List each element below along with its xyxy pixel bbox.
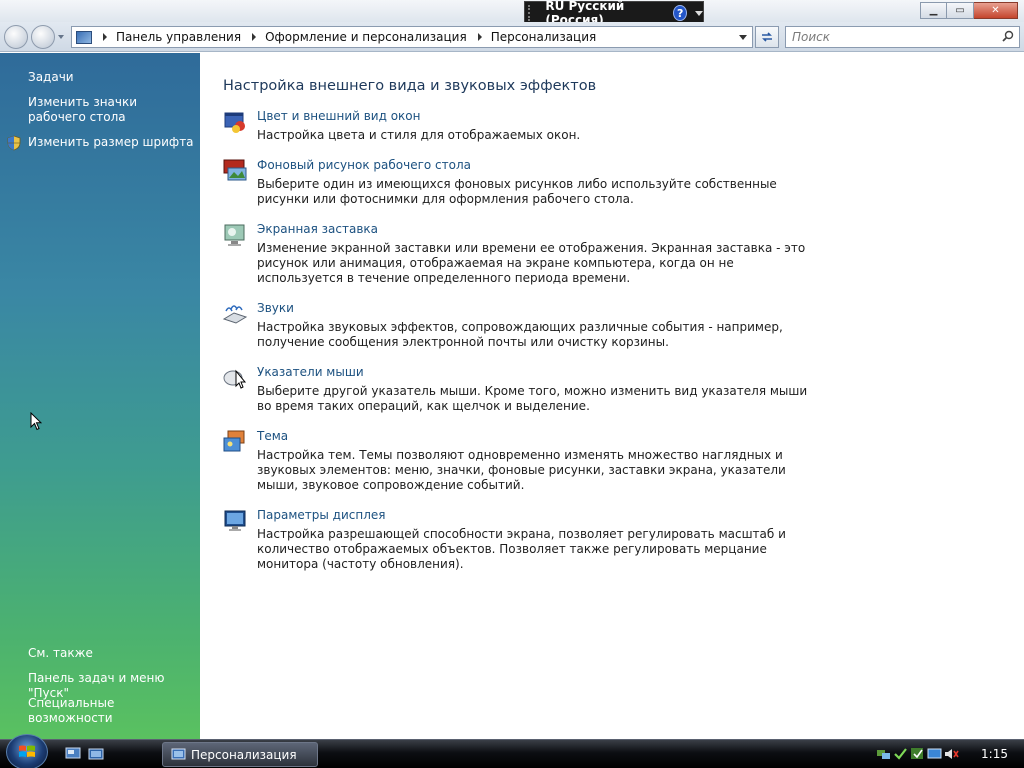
- theme-link[interactable]: Тема: [257, 429, 288, 443]
- display-tray-icon[interactable]: [927, 747, 942, 761]
- help-icon[interactable]: ?: [673, 5, 687, 21]
- window-controls: ▁ ▭ ✕: [920, 2, 1018, 19]
- maximize-button[interactable]: ▭: [947, 2, 974, 19]
- see-also-heading: См. также: [28, 646, 93, 660]
- window-color-link[interactable]: Цвет и внешний вид окон: [257, 109, 421, 123]
- mouse-pointers-description: Выберите другой указатель мыши. Кроме то…: [257, 384, 808, 413]
- refresh-icon: [762, 32, 772, 42]
- sounds-link[interactable]: Звуки: [257, 301, 294, 315]
- grip-handle[interactable]: [528, 5, 533, 21]
- windows-update-icon[interactable]: [910, 747, 925, 761]
- theme-icon[interactable]: [222, 429, 248, 455]
- address-dropdown-icon[interactable]: [739, 35, 747, 40]
- breadcrumb-arrow-icon[interactable]: [103, 33, 107, 41]
- main-content: Настройка внешнего вида и звуковых эффек…: [200, 53, 1024, 739]
- change-desktop-icons-link[interactable]: Изменить значки рабочего стола: [28, 95, 188, 125]
- back-button[interactable]: [4, 25, 28, 49]
- breadcrumb-arrow-icon[interactable]: [252, 33, 257, 41]
- search-box[interactable]: Поиск: [785, 26, 1020, 48]
- desktop-background-icon[interactable]: [222, 158, 248, 184]
- shield-icon: [7, 135, 21, 151]
- taskbar-item-personalization[interactable]: Персонализация: [162, 742, 318, 767]
- tasks-heading: Задачи: [28, 70, 74, 84]
- screensaver-link[interactable]: Экранная заставка: [257, 222, 378, 236]
- breadcrumb-arrow-icon[interactable]: [477, 33, 482, 41]
- breadcrumb-control-panel[interactable]: Панель управления: [116, 30, 241, 44]
- network-icon[interactable]: [876, 747, 891, 761]
- desktop-background-link[interactable]: Фоновый рисунок рабочего стола: [257, 158, 471, 172]
- clock[interactable]: 1:15: [981, 747, 1008, 761]
- switch-windows-icon[interactable]: [88, 747, 104, 761]
- show-desktop-icon[interactable]: [65, 747, 81, 761]
- breadcrumb-appearance[interactable]: Оформление и персонализация: [265, 30, 467, 44]
- tasks-pane: Задачи Изменить значки рабочего стола Из…: [0, 53, 200, 739]
- mouse-cursor-icon: [30, 412, 42, 431]
- window-color-icon[interactable]: [222, 109, 248, 135]
- display-settings-link[interactable]: Параметры дисплея: [257, 508, 386, 522]
- accessibility-link[interactable]: Специальные возможности: [28, 696, 200, 726]
- display-settings-icon[interactable]: [222, 508, 248, 534]
- change-font-size-link[interactable]: Изменить размер шрифта: [28, 135, 194, 150]
- search-input[interactable]: Поиск: [792, 30, 830, 44]
- control-panel-icon: [171, 748, 186, 760]
- chevron-down-icon[interactable]: [694, 10, 703, 16]
- windows-logo-icon: [19, 745, 35, 757]
- desktop-background-description: Выберите один из имеющихся фоновых рисун…: [257, 177, 777, 206]
- sounds-description: Настройка звуковых эффектов, сопровождаю…: [257, 320, 783, 349]
- taskbar-item-label: Персонализация: [191, 747, 297, 762]
- title-bar: [0, 0, 1024, 22]
- control-panel-icon: [76, 30, 92, 44]
- screensaver-description: Изменение экранной заставки или времени …: [257, 241, 806, 285]
- search-icon[interactable]: [1002, 30, 1014, 42]
- navigation-bar: Панель управления Оформление и персонали…: [0, 22, 1024, 52]
- theme-description: Настройка тем. Темы позволяют одновремен…: [257, 448, 786, 492]
- breadcrumb-personalization[interactable]: Персонализация: [491, 30, 597, 44]
- sounds-icon[interactable]: [222, 301, 248, 327]
- minimize-button[interactable]: ▁: [920, 2, 947, 19]
- address-bar[interactable]: Панель управления Оформление и персонали…: [71, 26, 753, 48]
- mouse-pointer-icon[interactable]: [222, 365, 248, 391]
- recent-pages-dropdown[interactable]: [58, 35, 64, 39]
- mouse-pointers-link[interactable]: Указатели мыши: [257, 365, 364, 379]
- notification-area: [876, 743, 961, 765]
- refresh-button[interactable]: [755, 26, 779, 48]
- security-check-icon[interactable]: [893, 747, 908, 761]
- forward-button[interactable]: [31, 25, 55, 49]
- start-button[interactable]: [6, 734, 48, 768]
- close-button[interactable]: ✕: [974, 2, 1018, 19]
- display-settings-description: Настройка разрешающей способности экрана…: [257, 527, 786, 571]
- volume-muted-icon[interactable]: [944, 747, 959, 761]
- screensaver-icon[interactable]: [222, 222, 248, 248]
- page-title: Настройка внешнего вида и звуковых эффек…: [223, 78, 597, 94]
- taskbar: Персонализация 1:15: [0, 734, 1024, 768]
- window-color-description: Настройка цвета и стиля для отображаемых…: [257, 128, 581, 142]
